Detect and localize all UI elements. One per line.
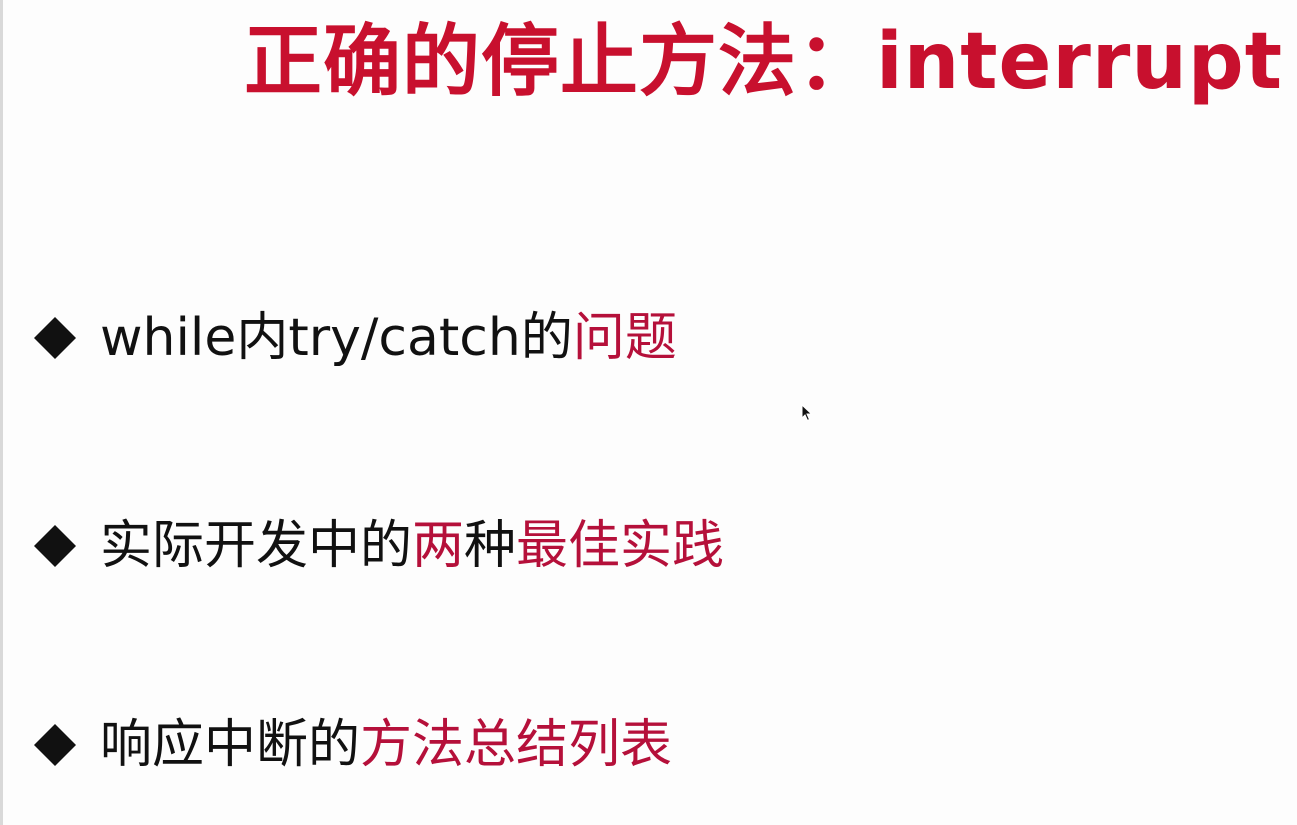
bullet-text-2-plain: 实际开发中的 — [100, 516, 413, 576]
bullet-text-2-highlight-a: 两 — [412, 516, 465, 576]
bullet-text-1-highlight: 问题 — [572, 308, 677, 368]
bullet-text-3-highlight: 方法总结列表 — [360, 715, 673, 775]
bullet-text-1-plain: while内try/catch的 — [100, 308, 573, 368]
slide-left-edge — [0, 0, 3, 825]
bullet-item-1: while内try/catch的问题 — [32, 303, 677, 373]
diamond-icon — [32, 722, 78, 768]
diamond-icon — [32, 523, 78, 569]
bullet-list: while内try/catch的问题 实际开发中的两种最佳实践 响应中断的方法总… — [32, 0, 1232, 825]
bullet-text-1: while内try/catch的问题 — [100, 312, 677, 364]
mouse-pointer-icon — [801, 404, 813, 422]
bullet-item-3: 响应中断的方法总结列表 — [32, 710, 672, 780]
bullet-text-3-plain: 响应中断的 — [100, 715, 361, 775]
slide: 正确的停止方法：interrupt while内try/catch的问题 实际开… — [0, 0, 1297, 825]
bullet-text-2: 实际开发中的两种最佳实践 — [100, 520, 724, 572]
bullet-text-2-middle: 种 — [464, 516, 517, 576]
bullet-item-2: 实际开发中的两种最佳实践 — [32, 511, 724, 581]
diamond-icon — [32, 315, 78, 361]
bullet-text-3: 响应中断的方法总结列表 — [100, 719, 672, 771]
bullet-text-2-highlight-b: 最佳实践 — [516, 516, 725, 576]
